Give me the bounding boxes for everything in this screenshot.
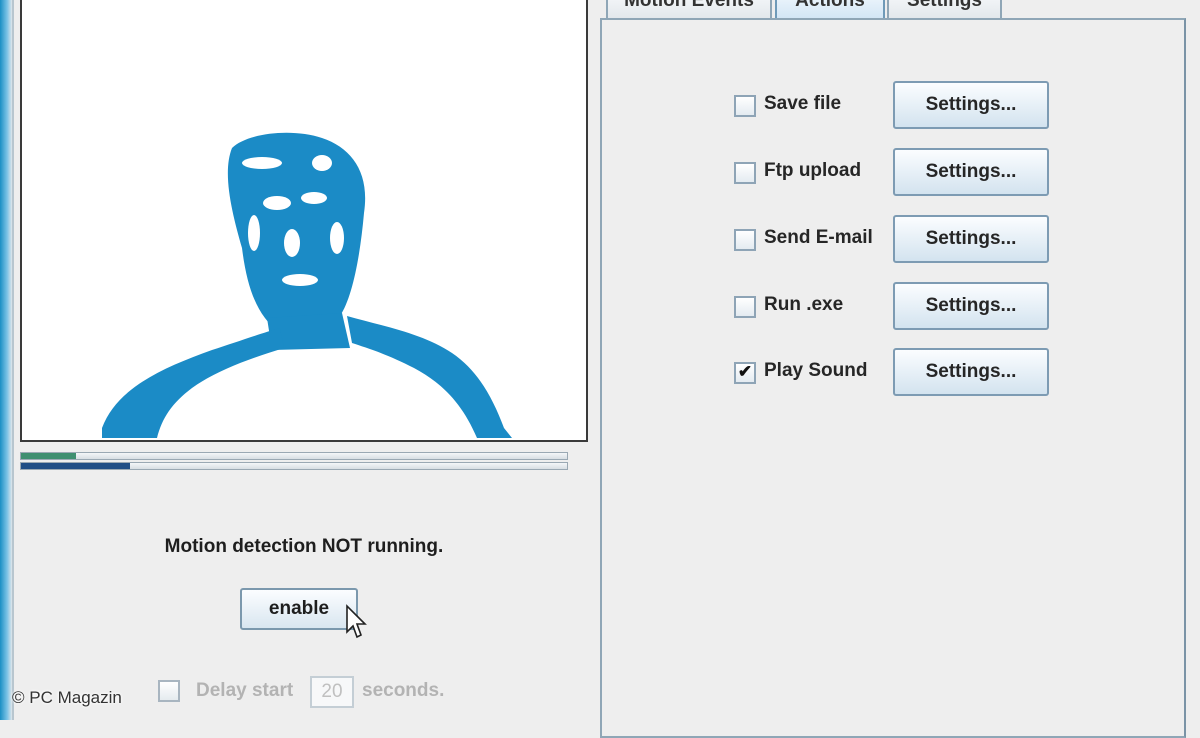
ftp-upload-checkbox[interactable]: [734, 162, 756, 184]
tab-actions[interactable]: Actions: [775, 0, 885, 18]
save-file-checkbox[interactable]: [734, 95, 756, 117]
motion-level-meter: [20, 452, 568, 460]
send-email-label: Send E-mail: [764, 227, 873, 248]
camera-preview: [20, 0, 588, 442]
tab-motion-events[interactable]: Motion Events: [606, 0, 772, 18]
watermark: © PC Magazin: [12, 688, 122, 707]
enable-button[interactable]: enable: [240, 588, 358, 630]
ftp-upload-label: Ftp upload: [764, 160, 862, 181]
play-sound-label: Play Sound: [764, 360, 868, 381]
delay-unit-label: seconds.: [362, 680, 445, 701]
send-email-settings-button[interactable]: Settings...: [893, 215, 1049, 263]
delay-seconds-input[interactable]: 20: [310, 676, 354, 708]
save-file-label: Save file: [764, 93, 842, 114]
threshold-level-fill: [21, 463, 131, 469]
mouse-cursor-icon: [346, 604, 367, 639]
delay-start-checkbox[interactable]: [158, 680, 180, 702]
threshold-level-meter: [20, 462, 568, 470]
play-sound-checkbox[interactable]: ✔: [734, 362, 756, 384]
motion-level-fill: [21, 453, 76, 459]
ftp-upload-settings-button[interactable]: Settings...: [893, 148, 1049, 196]
run-exe-settings-button[interactable]: Settings...: [893, 282, 1049, 330]
tab-settings[interactable]: Settings: [887, 0, 1002, 18]
status-message: Motion detection NOT running.: [164, 536, 444, 557]
delay-start-label: Delay start: [196, 680, 294, 701]
window-left-edge: [0, 0, 12, 720]
run-exe-checkbox[interactable]: [734, 296, 756, 318]
save-file-settings-button[interactable]: Settings...: [893, 81, 1049, 129]
run-exe-label: Run .exe: [764, 294, 844, 315]
send-email-checkbox[interactable]: [734, 229, 756, 251]
motion-silhouette-image: [102, 132, 512, 438]
play-sound-settings-button[interactable]: Settings...: [893, 348, 1049, 396]
window-left-border: [12, 0, 14, 720]
